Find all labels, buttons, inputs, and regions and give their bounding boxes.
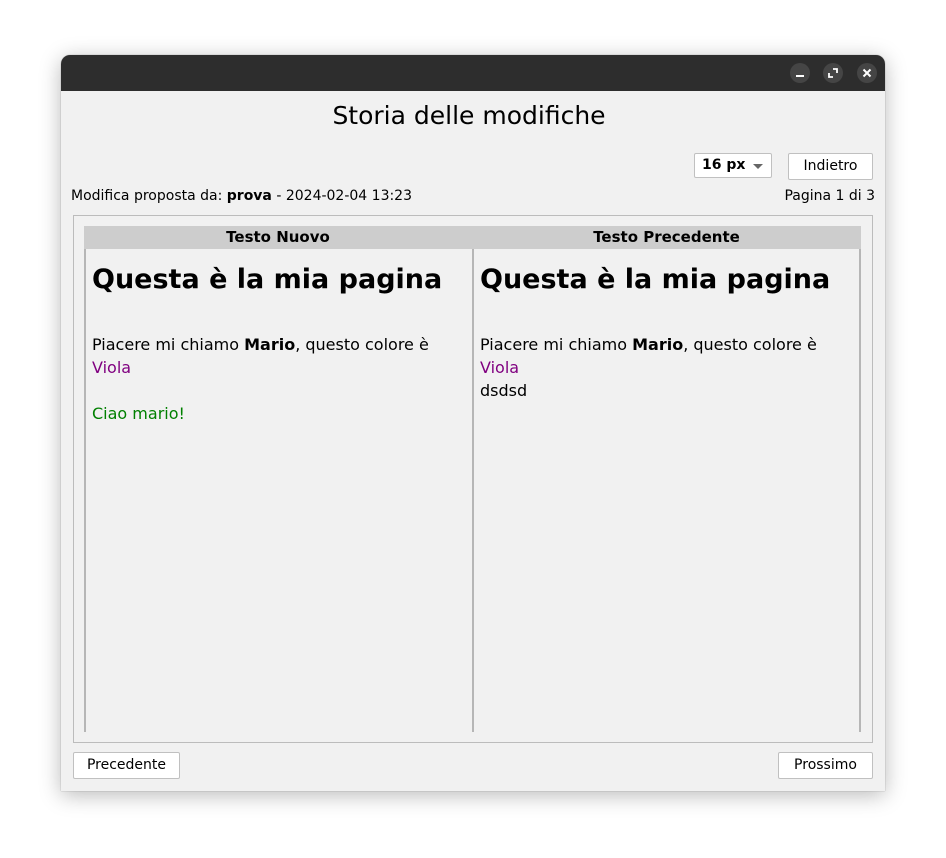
new-text-column: Questa è la mia pagina Piacere mi chiamo…	[84, 249, 472, 732]
page-indicator: Pagina 1 di 3	[784, 188, 875, 204]
new-text-header: Testo Nuovo	[84, 226, 472, 249]
font-size-select[interactable]: 16 px	[694, 153, 772, 178]
history-window: Storia delle modifiche 16 px Indietro Mo…	[61, 55, 885, 791]
next-button[interactable]: Prossimo	[778, 752, 873, 779]
new-text-heading: Questa è la mia pagina	[92, 264, 443, 295]
new-text-color-word: Viola	[92, 358, 132, 377]
previous-button[interactable]: Precedente	[73, 752, 180, 779]
font-size-value: 16 px	[702, 157, 746, 173]
diff-panel: Testo Nuovo Testo Precedente Questa è la…	[73, 215, 873, 743]
old-text-extra-line: dsdsd	[480, 381, 528, 400]
edit-info-separator: -	[271, 188, 286, 204]
old-text-heading: Questa è la mia pagina	[480, 264, 831, 295]
chevron-down-icon	[753, 164, 763, 169]
page-title: Storia delle modifiche	[332, 101, 606, 130]
close-icon	[862, 68, 872, 78]
edit-info-prefix: Modifica proposta da:	[71, 188, 227, 204]
back-button[interactable]: Indietro	[788, 153, 873, 180]
new-text-line-start: Piacere mi chiamo	[92, 335, 245, 354]
edit-date: 2024-02-04 13:23	[285, 188, 413, 204]
old-text-line-start: Piacere mi chiamo	[480, 335, 633, 354]
title-bar[interactable]	[61, 55, 885, 91]
old-text-header: Testo Precedente	[472, 226, 861, 249]
close-button[interactable]	[857, 63, 877, 83]
old-text-line-mid: , questo colore è	[683, 335, 817, 354]
old-text-column: Questa è la mia pagina Piacere mi chiamo…	[472, 249, 861, 732]
minimize-icon	[795, 68, 805, 78]
edit-info: Modifica proposta da: prova - 2024-02-04…	[71, 188, 412, 204]
edit-author: prova	[226, 188, 272, 204]
new-text-line-mid: , questo colore è	[295, 335, 429, 354]
new-text-paragraph: Piacere mi chiamo Mario, questo colore è…	[92, 333, 466, 379]
maximize-icon	[828, 68, 838, 78]
new-text-added-line: Ciao mario!	[92, 404, 185, 423]
minimize-button[interactable]	[790, 63, 810, 83]
old-text-paragraph: Piacere mi chiamo Mario, questo colore è…	[480, 333, 853, 379]
old-text-name: Mario	[632, 335, 684, 354]
new-text-name: Mario	[244, 335, 296, 354]
old-text-color-word: Viola	[480, 358, 520, 377]
maximize-button[interactable]	[823, 63, 843, 83]
